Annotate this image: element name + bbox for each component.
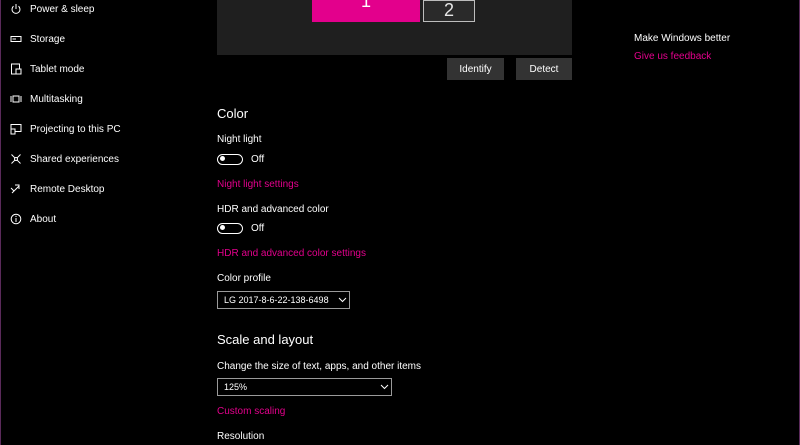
resolution-label: Resolution [217, 431, 265, 442]
identify-button[interactable]: Identify [447, 58, 504, 80]
monitor-number: 2 [443, 0, 455, 20]
hdr-toggle-row: Off [217, 221, 264, 235]
display-arrangement-preview: 1 2 [217, 0, 572, 55]
scale-value: 125% [224, 382, 248, 392]
hdr-label: HDR and advanced color [217, 204, 329, 215]
night-light-label: Night light [217, 134, 262, 145]
hdr-toggle[interactable] [217, 222, 243, 234]
color-profile-dropdown[interactable]: LG 2017-8-6-22-138-6498 [217, 291, 350, 309]
info-icon [10, 213, 22, 225]
toggle-knob [220, 156, 225, 161]
night-light-settings-link[interactable]: Night light settings [217, 179, 299, 190]
scale-section-title: Scale and layout [217, 332, 314, 347]
remote-desktop-icon [10, 183, 22, 195]
night-light-state: Off [251, 153, 265, 165]
sidebar-item-tablet-mode[interactable]: Tablet mode [10, 59, 84, 79]
night-light-toggle[interactable] [217, 153, 243, 165]
sidebar-item-remote-desktop[interactable]: Remote Desktop [10, 179, 104, 199]
sidebar-item-label: Shared experiences [30, 153, 119, 165]
monitor-number: 1 [360, 0, 372, 11]
monitor-2-tile[interactable]: 2 [423, 0, 475, 22]
custom-scaling-link[interactable]: Custom scaling [217, 406, 285, 417]
color-section-title: Color [217, 106, 249, 121]
sidebar-item-power-sleep[interactable]: Power & sleep [10, 0, 94, 19]
give-feedback-link[interactable]: Give us feedback [634, 51, 711, 62]
sidebar-item-multitasking[interactable]: Multitasking [10, 89, 83, 109]
sidebar-item-label: Storage [30, 33, 66, 45]
tablet-icon [10, 63, 22, 75]
sidebar-item-label: Power & sleep [30, 3, 95, 15]
projecting-icon [10, 123, 22, 135]
chevron-down-icon [377, 379, 391, 395]
chevron-down-icon [335, 292, 349, 308]
scale-dropdown[interactable]: 125% [217, 378, 392, 396]
sidebar-item-label: Tablet mode [30, 63, 85, 75]
toggle-knob [220, 225, 225, 230]
multitasking-icon [10, 93, 22, 105]
monitor-1-tile[interactable]: 1 [312, 0, 420, 22]
color-profile-value: LG 2017-8-6-22-138-6498 [224, 295, 329, 305]
detect-button[interactable]: Detect [516, 58, 572, 80]
sidebar-item-label: About [30, 213, 57, 225]
sidebar-nav: Power & sleep Storage Tablet mode Multit… [0, 0, 200, 445]
night-light-toggle-row: Off [217, 152, 264, 166]
shared-icon [10, 153, 22, 165]
sidebar-item-storage[interactable]: Storage [10, 29, 65, 49]
sidebar-item-about[interactable]: About [10, 209, 56, 229]
hdr-state: Off [251, 222, 265, 234]
sidebar-item-label: Remote Desktop [30, 183, 105, 195]
make-windows-better-heading: Make Windows better [634, 33, 731, 44]
power-icon [10, 3, 22, 15]
scale-size-label: Change the size of text, apps, and other… [217, 361, 422, 372]
sidebar-item-label: Multitasking [30, 93, 83, 105]
sidebar-item-label: Projecting to this PC [30, 123, 121, 135]
hdr-settings-link[interactable]: HDR and advanced color settings [217, 248, 366, 259]
sidebar-item-projecting[interactable]: Projecting to this PC [10, 119, 121, 139]
storage-icon [10, 33, 22, 45]
sidebar-item-shared-experiences[interactable]: Shared experiences [10, 149, 119, 169]
color-profile-label: Color profile [217, 273, 271, 284]
